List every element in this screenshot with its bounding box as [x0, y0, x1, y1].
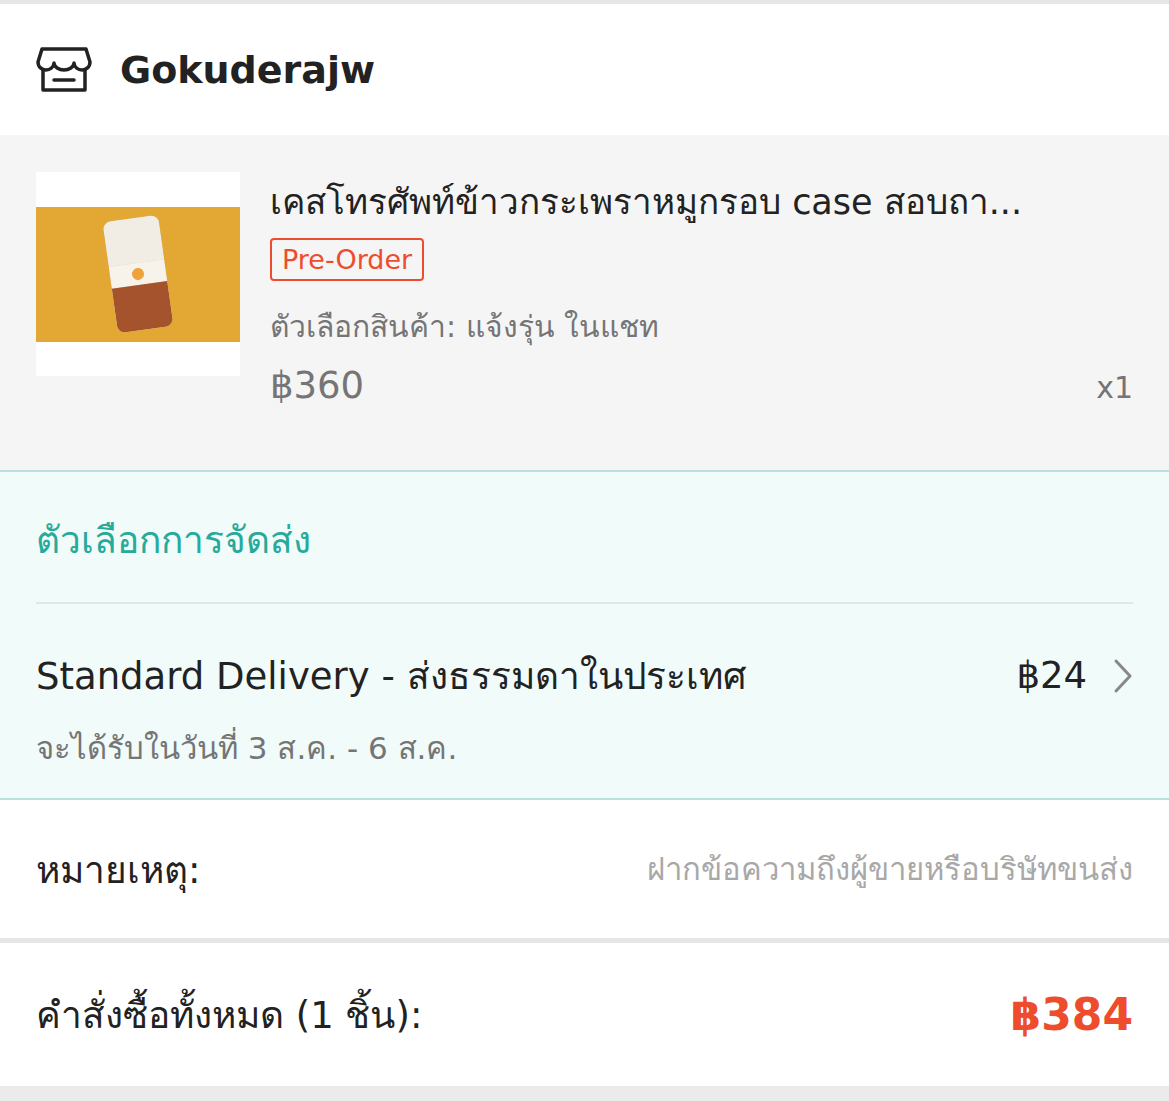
chevron-right-icon — [1113, 658, 1133, 694]
shop-icon — [36, 46, 92, 94]
shipping-row[interactable]: Standard Delivery - ส่งธรรมดาในประเทศ ฿24 — [36, 646, 1133, 705]
product-quantity: x1 — [1096, 370, 1133, 405]
shipping-header: ตัวเลือกการจัดส่ง — [36, 472, 1133, 604]
product-variation: ตัวเลือกสินค้า: แจ้งรุ่น ในแชท — [270, 303, 1133, 350]
shop-header[interactable]: Gokuderajw — [0, 4, 1169, 135]
rice-part — [102, 215, 164, 267]
product-image[interactable] — [36, 172, 240, 376]
note-label: หมายเหตุ: — [36, 840, 200, 899]
order-total-row: คำสั่งซื้อทั้งหมด (1 ชิ้น): ฿384 — [0, 943, 1169, 1086]
product-title[interactable]: เคสโทรศัพท์ข้าวกระเพราหมูกรอบ case สอบถา… — [270, 180, 1133, 226]
product-photo — [36, 207, 240, 342]
badge-row: Pre-Order — [270, 238, 1133, 281]
shipping-option[interactable]: Standard Delivery - ส่งธรรมดาในประเทศ ฿24… — [36, 604, 1133, 798]
shop-name[interactable]: Gokuderajw — [120, 48, 375, 92]
shipping-fee-group[interactable]: ฿24 — [1016, 654, 1133, 697]
preorder-badge: Pre-Order — [270, 238, 424, 281]
phone-case-picture — [102, 215, 173, 334]
shipping-section: ตัวเลือกการจัดส่ง Standard Delivery - ส่ง… — [0, 470, 1169, 800]
order-screen: Gokuderajw เคสโทรศัพท์ข้าวกระเพราหมูกรอบ … — [0, 0, 1169, 1086]
total-label: คำสั่งซื้อทั้งหมด (1 ชิ้น): — [36, 985, 422, 1044]
note-input[interactable] — [230, 845, 1133, 893]
shipping-fee[interactable]: ฿24 — [1016, 654, 1087, 697]
note-row: หมายเหตุ: — [0, 800, 1169, 943]
yolk-part — [131, 267, 145, 281]
shipping-method[interactable]: Standard Delivery - ส่งธรรมดาในประเทศ — [36, 646, 746, 705]
product-row[interactable]: เคสโทรศัพท์ข้าวกระเพราหมูกรอบ case สอบถา… — [0, 135, 1169, 470]
price-row: ฿360 x1 — [270, 364, 1133, 407]
delivery-eta: จะได้รับในวันที่ 3 ส.ค. - 6 ส.ค. — [36, 723, 1133, 773]
pork-part — [112, 281, 174, 333]
product-price: ฿360 — [270, 364, 364, 407]
total-amount: ฿384 — [1011, 989, 1133, 1040]
product-info: เคสโทรศัพท์ข้าวกระเพราหมูกรอบ case สอบถา… — [270, 172, 1133, 450]
shipping-heading: ตัวเลือกการจัดส่ง — [36, 510, 311, 569]
